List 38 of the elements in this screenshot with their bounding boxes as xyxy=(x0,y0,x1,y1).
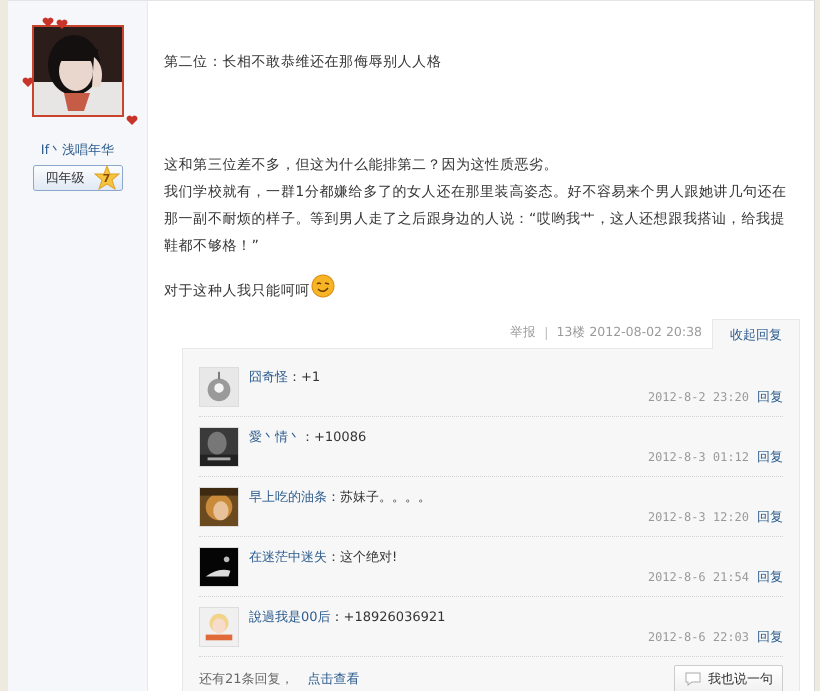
grade-label: 四年级 xyxy=(46,170,84,187)
reply-link[interactable]: 回复 xyxy=(757,388,783,406)
reply-link[interactable]: 回复 xyxy=(757,448,783,466)
user-name[interactable]: If丶浅唱年华 xyxy=(40,141,114,159)
reply-text: ：苏妹子。。。。 xyxy=(327,489,431,506)
heart-icon xyxy=(22,77,34,88)
reply-link[interactable]: 回复 xyxy=(757,628,783,646)
reply-time: 2012-8-2 23:20 xyxy=(648,390,749,404)
reply-text: ：+10086 xyxy=(301,429,366,446)
reply-time: 2012-8-6 22:03 xyxy=(648,630,749,644)
post-text: 我们学校就有，一群1分都嫌给多了的女人还在那里装高姿态。好不容易来个男人跟她讲几句还在那一副不耐烦的样子。等到男人走了之后跟身边的人说：“哎哟我艹，这人还想跟我搭讪，给我提鞋都不够格！” xyxy=(164,183,788,256)
floor-info: 13楼 2012-08-02 20:38 xyxy=(556,324,702,341)
reply-text: ：这个绝对! xyxy=(327,549,398,566)
post-text: 对于这种人我只能呵呵 xyxy=(164,274,798,305)
reply-text: ：+1 xyxy=(288,369,320,386)
reply-time: 2012-8-6 21:54 xyxy=(648,570,749,584)
reply-author[interactable]: 早上吃的油条 xyxy=(249,488,327,506)
post-text: 这和第三位差不多，但这为什么能排第二？因为这性质恶劣。 xyxy=(164,156,560,175)
comment-button[interactable]: 我也说一句 xyxy=(674,665,783,691)
heart-icon xyxy=(56,19,68,30)
heart-icon xyxy=(42,17,54,28)
heart-icon xyxy=(126,115,138,126)
reply-author[interactable]: 說過我是00后 xyxy=(249,608,331,626)
reply-author[interactable]: 在迷茫中迷失 xyxy=(249,548,327,566)
reply-author[interactable]: 囧奇怪 xyxy=(249,368,288,386)
view-more-link[interactable]: 点击查看 xyxy=(308,670,360,688)
reply-link[interactable]: 回复 xyxy=(757,568,783,586)
star-icon: 7 xyxy=(94,165,120,191)
reply-time: 2012-8-3 12:20 xyxy=(648,510,749,524)
separator: | xyxy=(544,326,548,343)
reply-time: 2012-8-3 01:12 xyxy=(648,450,749,464)
speech-bubble-icon xyxy=(684,672,702,686)
reply-author[interactable]: 愛丶情丶 xyxy=(249,428,301,446)
more-replies-text: 还有21条回复， xyxy=(199,671,294,688)
reply-text: ：+18926036921 xyxy=(330,609,446,626)
reply-link[interactable]: 回复 xyxy=(757,508,783,526)
post-text: 第二位：长相不敢恭维还在那侮辱别人人格 xyxy=(164,53,442,72)
collapse-replies-tab[interactable]: 收起回复 xyxy=(712,319,800,349)
